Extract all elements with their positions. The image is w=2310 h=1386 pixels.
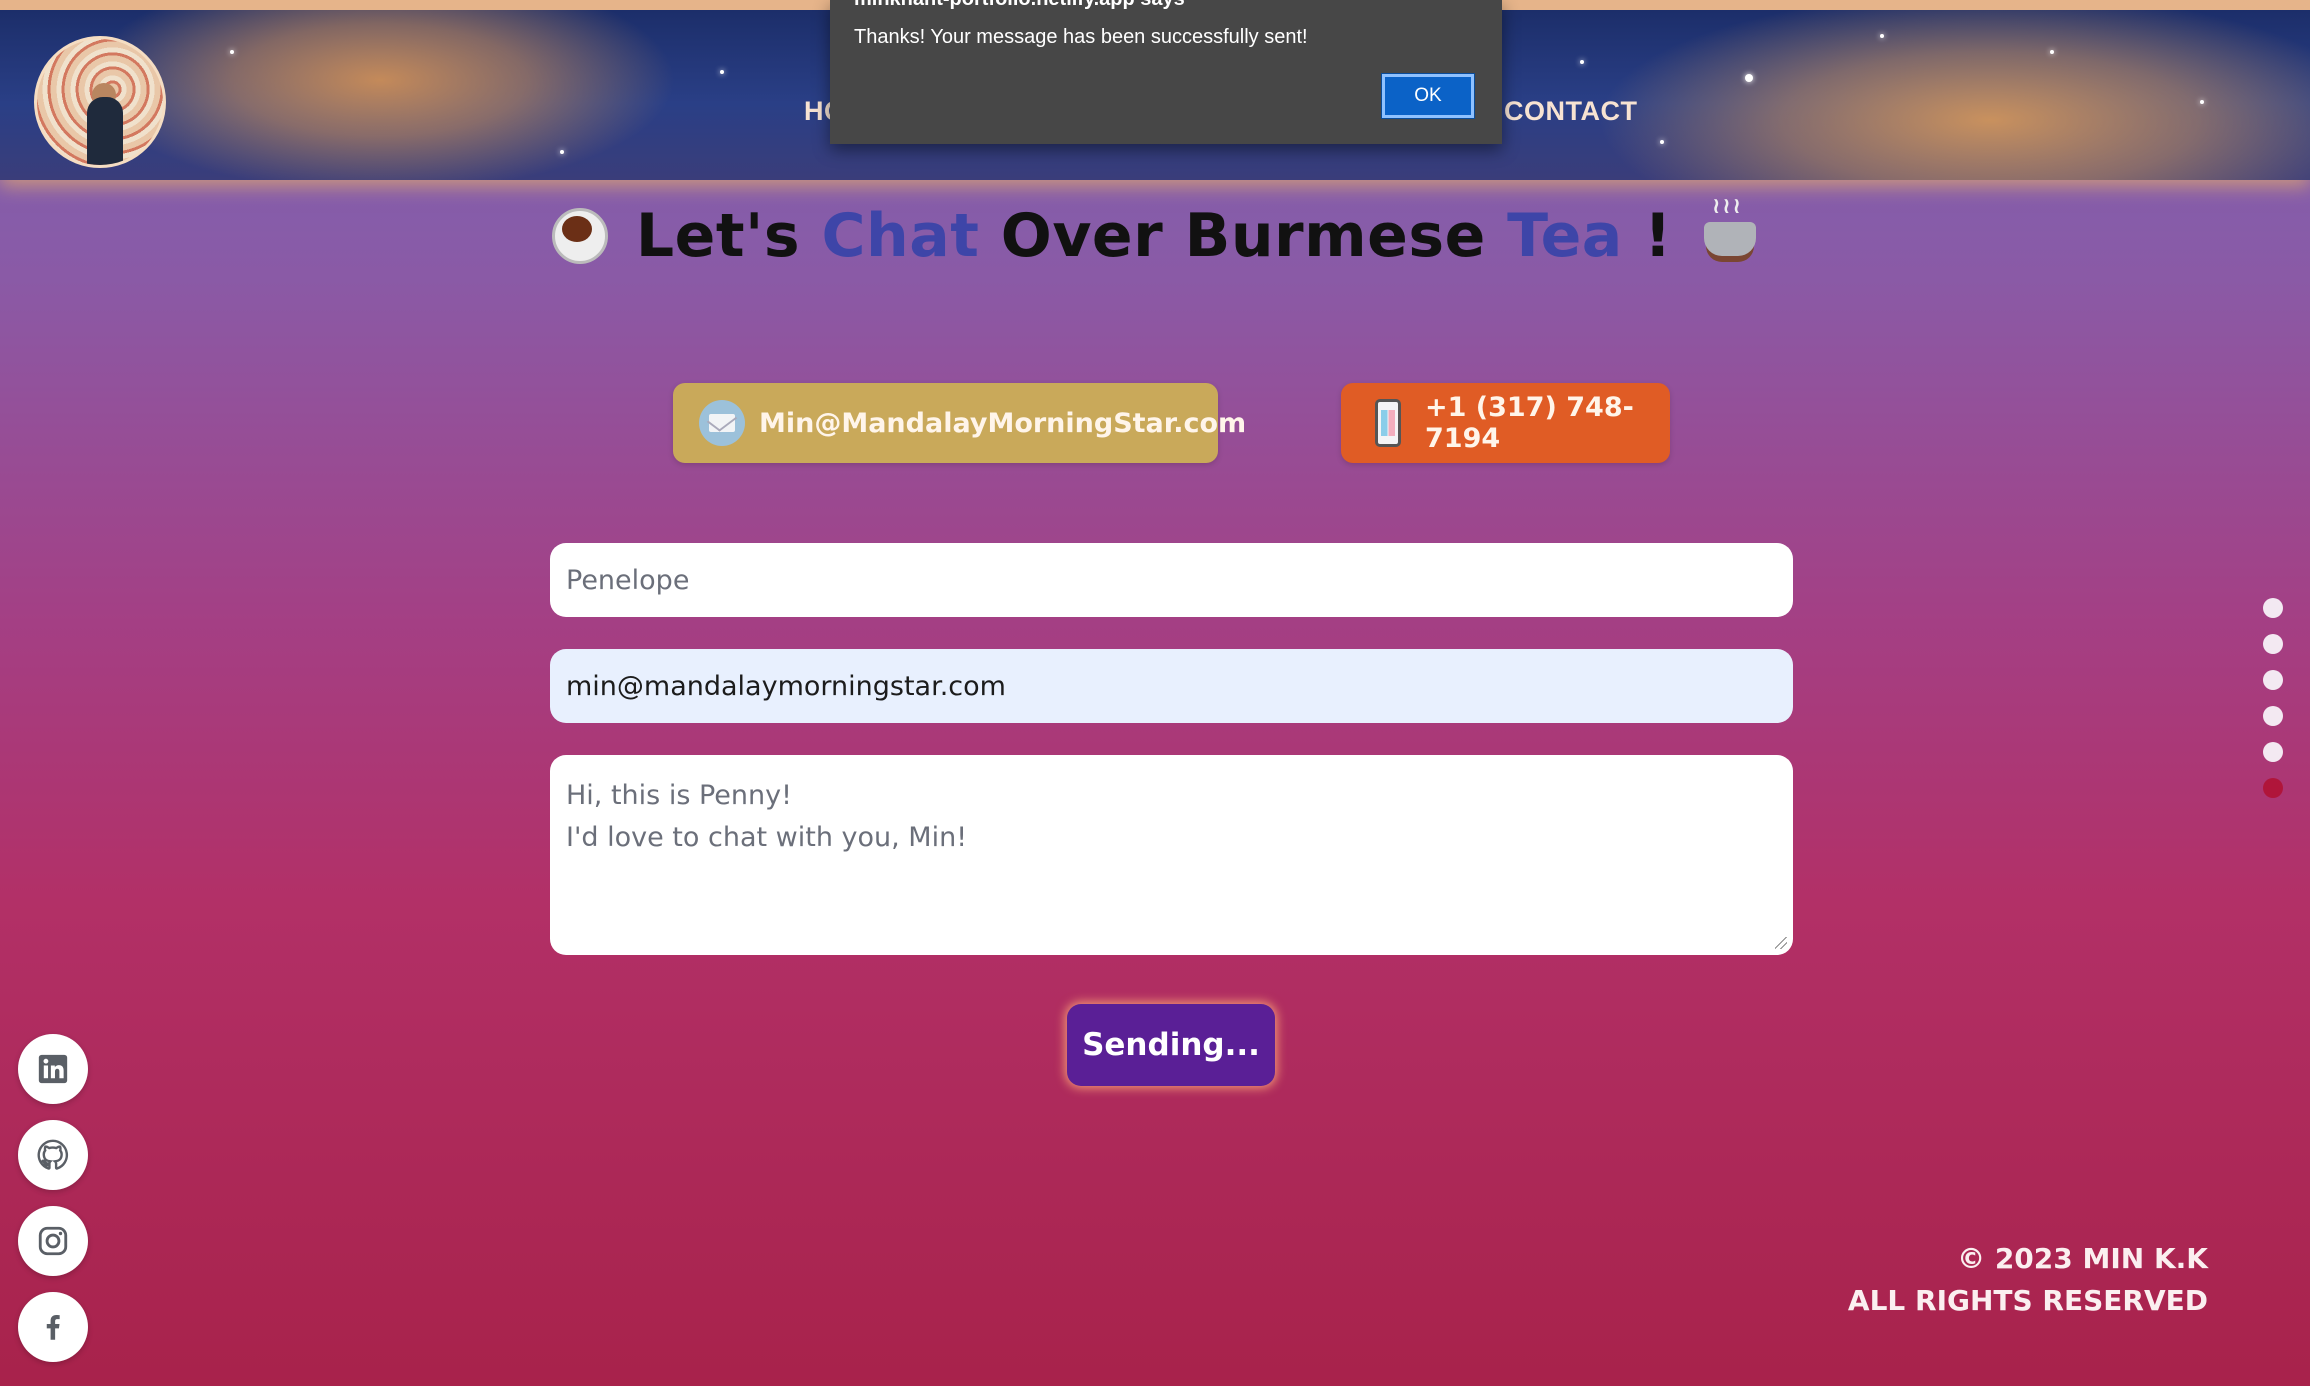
github-icon bbox=[37, 1139, 69, 1170]
title-part-1: Let's bbox=[635, 201, 822, 271]
phone-contact-label: +1 (317) 748-7194 bbox=[1425, 392, 1634, 454]
dialog-origin: minkhant-portfolio.netlify.app says bbox=[854, 0, 1185, 11]
alert-dialog: minkhant-portfolio.netlify.app says Than… bbox=[830, 0, 1502, 144]
tea-cup-icon bbox=[1698, 194, 1764, 266]
github-button[interactable] bbox=[18, 1120, 88, 1190]
email-contact-label: Min@MandalayMorningStar.com bbox=[759, 407, 1247, 439]
message-textarea[interactable]: Hi, this is Penny! I'd love to chat with… bbox=[550, 755, 1793, 955]
title-part-2: Over Burmese bbox=[979, 201, 1508, 271]
linkedin-button[interactable] bbox=[18, 1034, 88, 1104]
facebook-icon bbox=[46, 1314, 60, 1340]
instagram-icon bbox=[38, 1226, 68, 1256]
email-field[interactable]: min@mandalaymorningstar.com bbox=[550, 649, 1793, 723]
section-dot-3[interactable] bbox=[2263, 670, 2283, 690]
coffee-cup-icon bbox=[546, 202, 608, 264]
title-part-3: ! bbox=[1622, 201, 1673, 271]
avatar[interactable] bbox=[34, 36, 166, 168]
message-line-1: Hi, this is Penny! bbox=[566, 780, 792, 811]
envelope-icon bbox=[699, 400, 745, 446]
nav-contact[interactable]: CONTACT bbox=[1504, 96, 1637, 130]
footer-rights: ALL RIGHTS RESERVED bbox=[1847, 1284, 2208, 1317]
name-field[interactable]: Penelope bbox=[550, 543, 1793, 617]
instagram-button[interactable] bbox=[18, 1206, 88, 1276]
section-dot-4[interactable] bbox=[2263, 706, 2283, 726]
dialog-message: Thanks! Your message has been successful… bbox=[854, 26, 1308, 48]
resize-grip-icon[interactable] bbox=[1775, 937, 1787, 949]
phone-contact-button[interactable]: +1 (317) 748-7194 bbox=[1341, 383, 1670, 463]
section-dot-2[interactable] bbox=[2263, 634, 2283, 654]
section-nav-dots bbox=[2263, 598, 2283, 814]
message-line-2: I'd love to chat with you, Min! bbox=[566, 822, 968, 853]
mobile-phone-icon bbox=[1375, 399, 1401, 447]
dialog-ok-button[interactable]: OK bbox=[1381, 73, 1475, 119]
section-dot-6-active[interactable] bbox=[2263, 778, 2283, 798]
submit-button[interactable]: Sending... bbox=[1067, 1004, 1275, 1086]
email-contact-button[interactable]: Min@MandalayMorningStar.com bbox=[673, 383, 1246, 463]
title-tea: Tea bbox=[1507, 201, 1623, 271]
page-title: Let's Chat Over Burmese Tea ! bbox=[0, 194, 2310, 271]
section-dot-5[interactable] bbox=[2263, 742, 2283, 762]
title-chat: Chat bbox=[821, 201, 980, 271]
avatar-person bbox=[87, 97, 123, 165]
site-footer: © 2023 MIN K.K ALL RIGHTS RESERVED bbox=[1848, 1238, 2208, 1322]
facebook-button[interactable] bbox=[18, 1292, 88, 1362]
linkedin-icon bbox=[38, 1054, 68, 1084]
section-dot-1[interactable] bbox=[2263, 598, 2283, 618]
footer-copyright: © 2023 MIN K.K bbox=[1957, 1242, 2208, 1275]
